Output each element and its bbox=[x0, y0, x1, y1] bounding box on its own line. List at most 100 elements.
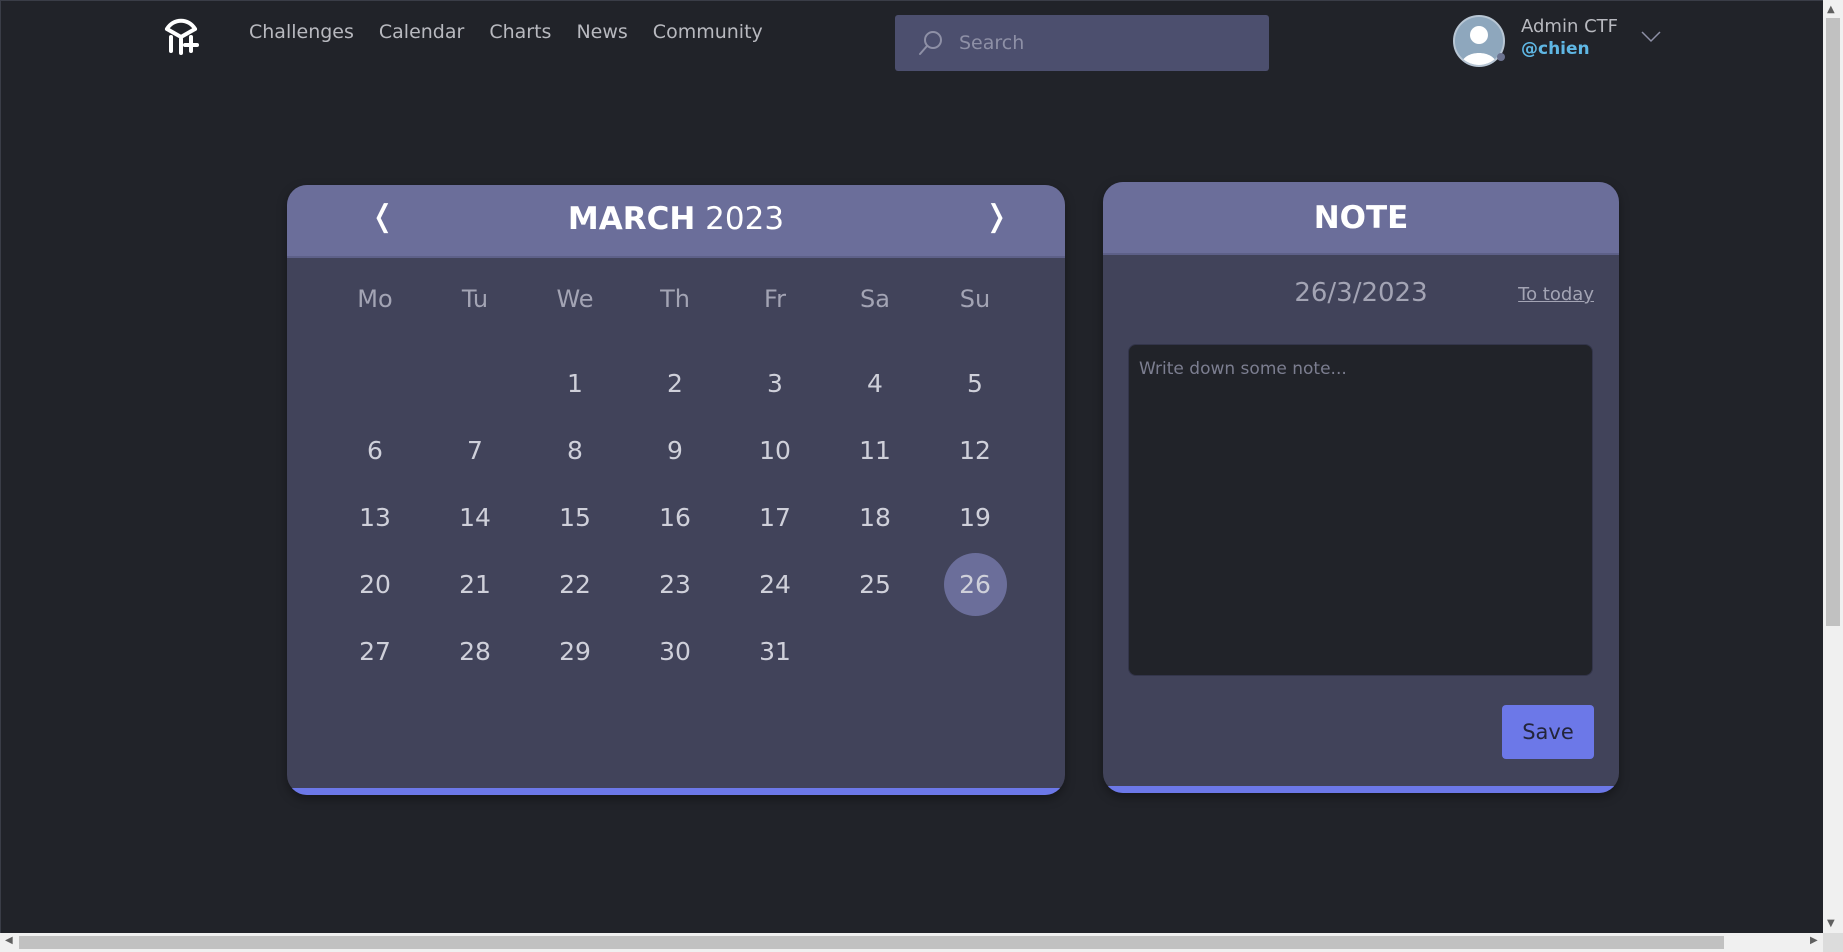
note-textarea[interactable] bbox=[1128, 344, 1593, 676]
calendar-day[interactable]: 12 bbox=[925, 417, 1025, 484]
weekday-label: Fr bbox=[764, 285, 786, 313]
calendar-day[interactable]: 4 bbox=[825, 350, 925, 417]
calendar-day[interactable]: 11 bbox=[825, 417, 925, 484]
horizontal-scroll-thumb[interactable] bbox=[19, 936, 1724, 949]
search-input[interactable] bbox=[957, 31, 1261, 55]
to-today-link[interactable]: To today bbox=[1518, 284, 1594, 305]
weekday-row: Mo Tu We Th Fr Sa Su bbox=[325, 279, 1025, 319]
calendar-day[interactable]: 2 bbox=[625, 350, 725, 417]
calendar-day-number: 24 bbox=[759, 570, 791, 599]
calendar-day-number: 18 bbox=[859, 503, 891, 532]
day-grid: 1 2 3 4 5 6 7 8 9 10 11 12 13 14 15 16 17 18 19 20 21 22 23 24 2… bbox=[325, 350, 1025, 685]
calendar-day-number: 12 bbox=[959, 436, 991, 465]
calendar-day-selected[interactable]: 26 bbox=[925, 551, 1025, 618]
calendar-day-number: 4 bbox=[867, 369, 883, 398]
user-name[interactable]: Admin CTF bbox=[1521, 16, 1618, 37]
next-month-button[interactable]: ❭ bbox=[984, 199, 1009, 234]
weekday-label: Mo bbox=[357, 285, 393, 313]
calendar-day[interactable]: 9 bbox=[625, 417, 725, 484]
calendar-day[interactable]: 30 bbox=[625, 618, 725, 685]
calendar-day[interactable]: 5 bbox=[925, 350, 1025, 417]
nav-calendar[interactable]: Calendar bbox=[379, 21, 464, 43]
scroll-up-arrow-icon[interactable]: ▲ bbox=[1827, 4, 1835, 15]
vertical-scroll-thumb[interactable] bbox=[1826, 18, 1840, 626]
note-title: NOTE bbox=[1313, 199, 1409, 236]
user-handle[interactable]: @chien bbox=[1521, 39, 1590, 59]
note-header: NOTE bbox=[1103, 182, 1619, 255]
calendar-day-number: 31 bbox=[759, 637, 791, 666]
calendar-accent-bar bbox=[287, 788, 1065, 795]
calendar-day-number: 7 bbox=[467, 436, 483, 465]
calendar-day[interactable]: 19 bbox=[925, 484, 1025, 551]
calendar-day-number: 17 bbox=[759, 503, 791, 532]
nav-charts[interactable]: Charts bbox=[489, 21, 551, 43]
calendar-day-number: 20 bbox=[359, 570, 391, 599]
calendar-card: ❬ MARCH 2023 ❭ Mo Tu We Th Fr Sa Su 1234… bbox=[287, 185, 1065, 795]
save-button[interactable]: Save bbox=[1502, 705, 1594, 759]
user-silhouette-icon bbox=[1455, 17, 1503, 65]
calendar-day-number: 1 bbox=[567, 369, 583, 398]
chevron-down-icon[interactable] bbox=[1641, 31, 1661, 43]
calendar-day[interactable]: 25 bbox=[825, 551, 925, 618]
calendar-day-number: 21 bbox=[459, 570, 491, 599]
calendar-day-number: 30 bbox=[659, 637, 691, 666]
calendar-day[interactable]: 29 bbox=[525, 618, 625, 685]
calendar-day[interactable]: 31 bbox=[725, 618, 825, 685]
calendar-day[interactable]: 1 bbox=[525, 350, 625, 417]
calendar-day-number: 13 bbox=[359, 503, 391, 532]
calendar-day[interactable]: 10 bbox=[725, 417, 825, 484]
scroll-down-arrow-icon[interactable]: ▼ bbox=[1827, 918, 1835, 929]
calendar-day[interactable]: 8 bbox=[525, 417, 625, 484]
calendar-day[interactable]: 27 bbox=[325, 618, 425, 685]
calendar-day-number: 22 bbox=[559, 570, 591, 599]
calendar-header: ❬ MARCH 2023 ❭ bbox=[287, 185, 1065, 258]
site-logo-icon[interactable] bbox=[161, 15, 201, 55]
scrollbar-corner bbox=[1823, 933, 1843, 952]
status-dot bbox=[1497, 53, 1505, 61]
scroll-right-arrow-icon[interactable]: ▶ bbox=[1810, 935, 1818, 946]
calendar-day[interactable]: 23 bbox=[625, 551, 725, 618]
scroll-left-arrow-icon[interactable]: ◀ bbox=[5, 935, 13, 946]
calendar-day-number: 14 bbox=[459, 503, 491, 532]
calendar-day[interactable]: 18 bbox=[825, 484, 925, 551]
weekday-label: Sa bbox=[860, 285, 890, 313]
calendar-day-number: 3 bbox=[767, 369, 783, 398]
weekday-label: Tu bbox=[461, 285, 489, 313]
calendar-day-number: 2 bbox=[667, 369, 683, 398]
empty-day-cell bbox=[425, 350, 525, 417]
calendar-day-number: 6 bbox=[367, 436, 383, 465]
calendar-year: 2023 bbox=[705, 201, 785, 237]
main-nav: Challenges Calendar Charts News Communit… bbox=[249, 21, 763, 43]
calendar-day-number: 8 bbox=[567, 436, 583, 465]
calendar-day[interactable]: 20 bbox=[325, 551, 425, 618]
calendar-day-number: 15 bbox=[559, 503, 591, 532]
weekday-label: We bbox=[556, 285, 594, 313]
weekday-label: Su bbox=[959, 285, 991, 313]
calendar-day[interactable]: 6 bbox=[325, 417, 425, 484]
calendar-day-number: 16 bbox=[659, 503, 691, 532]
calendar-day[interactable]: 16 bbox=[625, 484, 725, 551]
calendar-day[interactable]: 3 bbox=[725, 350, 825, 417]
calendar-day-number: 5 bbox=[967, 369, 983, 398]
calendar-day[interactable]: 28 bbox=[425, 618, 525, 685]
calendar-month: MARCH bbox=[567, 201, 696, 237]
note-accent-bar bbox=[1103, 786, 1619, 793]
calendar-day[interactable]: 15 bbox=[525, 484, 625, 551]
calendar-day-number: 11 bbox=[859, 436, 891, 465]
note-card: NOTE 26/3/2023 To today Save bbox=[1103, 182, 1619, 793]
search-icon bbox=[919, 31, 942, 55]
weekday-label: Th bbox=[660, 285, 690, 313]
search-box[interactable] bbox=[895, 15, 1269, 71]
calendar-day[interactable]: 22 bbox=[525, 551, 625, 618]
calendar-day-number: 25 bbox=[859, 570, 891, 599]
calendar-day[interactable]: 14 bbox=[425, 484, 525, 551]
nav-challenges[interactable]: Challenges bbox=[249, 21, 354, 43]
calendar-day[interactable]: 7 bbox=[425, 417, 525, 484]
nav-community[interactable]: Community bbox=[653, 21, 763, 43]
nav-news[interactable]: News bbox=[576, 21, 627, 43]
calendar-day[interactable]: 17 bbox=[725, 484, 825, 551]
calendar-day[interactable]: 21 bbox=[425, 551, 525, 618]
calendar-title: MARCH 2023 bbox=[287, 201, 1065, 237]
calendar-day[interactable]: 24 bbox=[725, 551, 825, 618]
calendar-day[interactable]: 13 bbox=[325, 484, 425, 551]
